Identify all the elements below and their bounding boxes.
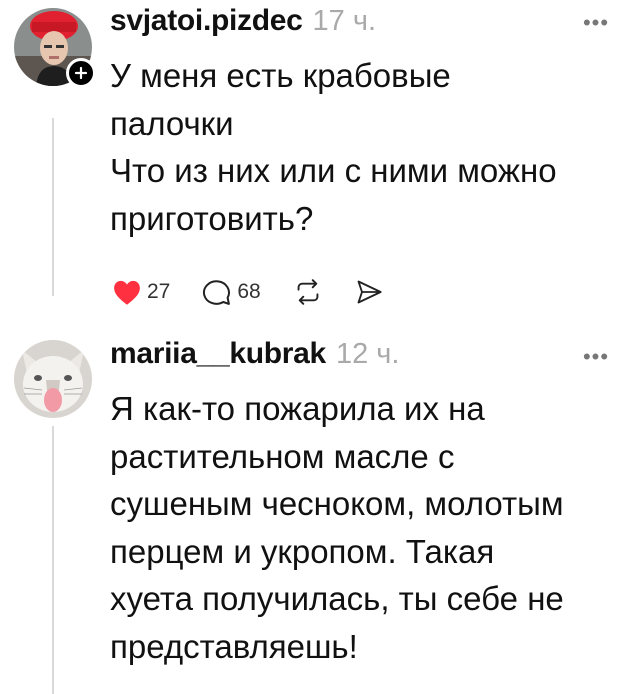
thread-line bbox=[52, 426, 54, 694]
timestamp: 17 ч. bbox=[312, 5, 377, 37]
post-text: Я как-то пожарила их на растительном мас… bbox=[110, 385, 564, 670]
like-count: 27 bbox=[147, 280, 171, 303]
avatar-cat-photo-icon bbox=[14, 340, 92, 418]
thread-line bbox=[52, 118, 54, 296]
post-text-line: Я как-то пожарила их на bbox=[110, 390, 485, 427]
more-horizontal-icon: ••• bbox=[582, 10, 610, 35]
post-text-line: У меня есть крабовые bbox=[110, 57, 451, 94]
more-horizontal-icon: ••• bbox=[582, 344, 610, 369]
post-header: svjatoi.pizdec 17 ч. bbox=[110, 4, 376, 38]
post-actions: 27 68 bbox=[112, 278, 415, 306]
timestamp: 12 ч. bbox=[335, 338, 400, 370]
username[interactable]: svjatoi.pizdec bbox=[110, 4, 303, 38]
post-header: mariia__kubrak 12 ч. bbox=[110, 337, 399, 371]
reply-button[interactable]: 68 bbox=[202, 278, 261, 306]
comment-bubble-icon bbox=[203, 280, 231, 305]
send-icon bbox=[357, 280, 382, 304]
username[interactable]: mariia__kubrak bbox=[110, 337, 326, 371]
post-text-line: перцем и укропом. Такая bbox=[110, 532, 495, 570]
reply-count: 68 bbox=[237, 280, 261, 303]
plus-icon bbox=[74, 66, 88, 80]
share-button[interactable] bbox=[355, 279, 383, 305]
post-text-line: палочки bbox=[110, 104, 234, 142]
post-text: У меня есть крабовые палочки Что из них … bbox=[110, 52, 557, 242]
post-text-line: Что из них или с ними можно bbox=[110, 152, 557, 189]
post-text-line: растительном масле с bbox=[110, 437, 455, 475]
repost-icon bbox=[297, 279, 319, 305]
thread: svjatoi.pizdec 17 ч. ••• У меня есть кра… bbox=[0, 0, 640, 694]
post-text-line: хуета получилась, ты себе не bbox=[110, 580, 564, 617]
more-options-button[interactable]: ••• bbox=[576, 12, 616, 34]
heart-filled-icon bbox=[114, 280, 140, 305]
repost-button[interactable] bbox=[293, 279, 323, 305]
follow-button[interactable] bbox=[66, 58, 96, 88]
avatar-mariia[interactable] bbox=[14, 340, 92, 418]
post-text-line: приготовить? bbox=[110, 199, 314, 237]
post-text-line: представляешь! bbox=[110, 627, 358, 665]
more-options-button[interactable]: ••• bbox=[576, 346, 616, 368]
post-text-line: сушеным чесноком, молотым bbox=[110, 485, 564, 522]
like-button[interactable]: 27 bbox=[112, 279, 170, 306]
